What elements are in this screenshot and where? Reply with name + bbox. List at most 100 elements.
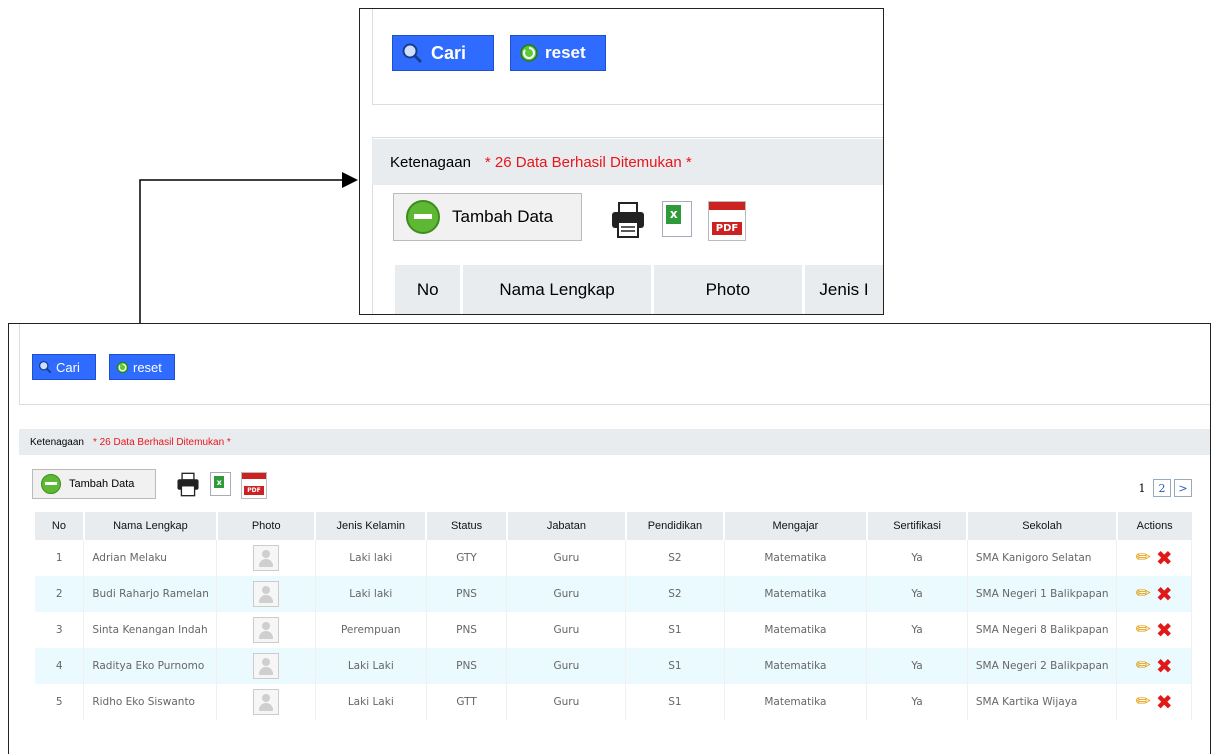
cari-button[interactable]: Cari xyxy=(32,354,96,380)
zoom-col-nama: Nama Lengkap xyxy=(463,265,654,314)
add-icon xyxy=(41,474,61,494)
col-status[interactable]: Status xyxy=(426,512,508,540)
cell-photo xyxy=(216,648,316,684)
edit-icon[interactable]: ✏ xyxy=(1136,585,1151,603)
delete-icon[interactable]: ✖ xyxy=(1156,548,1173,568)
cell-no: 5 xyxy=(35,684,85,720)
tambah-data-button[interactable]: Tambah Data xyxy=(32,469,156,499)
cell-photo xyxy=(216,540,316,576)
cell-pendidikan: S1 xyxy=(625,684,725,720)
cell-photo xyxy=(216,612,316,648)
cell-jenis-kelamin: Laki Laki xyxy=(315,648,427,684)
excel-icon[interactable] xyxy=(210,472,231,496)
panel-header: Ketenagaan * 26 Data Berhasil Ditemukan … xyxy=(372,139,883,185)
cell-actions: ✏ ✖ xyxy=(1116,612,1192,648)
user-placeholder-icon xyxy=(253,545,280,571)
edit-icon[interactable]: ✏ xyxy=(1136,657,1151,675)
cell-nama: Adrian Melaku xyxy=(83,540,218,576)
tambah-data-label: Tambah Data xyxy=(69,478,135,490)
tambah-data-button[interactable]: Tambah Data xyxy=(393,193,582,241)
user-placeholder-icon xyxy=(253,581,280,607)
cell-sekolah: SMA Kartika Wijaya xyxy=(967,684,1118,720)
cell-photo xyxy=(216,684,316,720)
cell-no: 4 xyxy=(35,648,85,684)
cell-sekolah: SMA Negeri 1 Balikpapan xyxy=(967,576,1118,612)
zoom-col-photo: Photo xyxy=(654,265,805,314)
cell-jabatan: Guru xyxy=(506,648,627,684)
cell-pendidikan: S1 xyxy=(625,612,725,648)
search-icon xyxy=(402,43,423,64)
page-current: 1 xyxy=(1138,481,1146,495)
cell-jabatan: Guru xyxy=(506,576,627,612)
col-nama[interactable]: Nama Lengkap xyxy=(83,512,218,540)
col-photo[interactable]: Photo xyxy=(216,512,317,540)
excel-icon[interactable] xyxy=(662,201,692,237)
cell-no: 2 xyxy=(35,576,85,612)
pagination: 1 2 > xyxy=(1134,479,1192,497)
reset-icon xyxy=(520,44,538,62)
col-actions: Actions xyxy=(1116,512,1192,540)
cell-jenis-kelamin: Laki laki xyxy=(315,576,427,612)
print-icon[interactable] xyxy=(176,472,200,497)
edit-icon[interactable]: ✏ xyxy=(1136,549,1151,567)
col-no[interactable]: No xyxy=(35,512,85,540)
cell-pendidikan: S2 xyxy=(625,540,725,576)
cell-sertifikasi: Ya xyxy=(866,540,968,576)
delete-icon[interactable]: ✖ xyxy=(1156,656,1173,676)
cell-no: 3 xyxy=(35,612,85,648)
main-screen: Cari reset Ketenagaan * 26 Data Berhasil… xyxy=(8,323,1211,754)
cell-jenis-kelamin: Laki Laki xyxy=(315,684,427,720)
cell-sekolah: SMA Kanigoro Selatan xyxy=(967,540,1118,576)
page-2-link[interactable]: 2 xyxy=(1153,479,1171,497)
edit-icon[interactable]: ✏ xyxy=(1136,621,1151,639)
next-page-link[interactable]: > xyxy=(1174,479,1192,497)
delete-icon[interactable]: ✖ xyxy=(1156,620,1173,640)
cell-sertifikasi: Ya xyxy=(866,648,968,684)
cell-jenis-kelamin: Laki laki xyxy=(315,540,427,576)
table-row: 1 Adrian Melaku Laki laki GTY Guru S2 Ma… xyxy=(35,540,1192,576)
cell-sertifikasi: Ya xyxy=(866,612,968,648)
print-icon[interactable] xyxy=(610,201,646,239)
cell-status: PNS xyxy=(426,648,508,684)
table-row: 2 Budi Raharjo Ramelan Laki laki PNS Gur… xyxy=(35,576,1192,612)
cell-no: 1 xyxy=(35,540,85,576)
cell-pendidikan: S2 xyxy=(625,576,725,612)
user-placeholder-icon xyxy=(253,653,280,679)
delete-icon[interactable]: ✖ xyxy=(1156,692,1173,712)
cari-label: Cari xyxy=(56,359,80,375)
reset-button[interactable]: reset xyxy=(510,35,606,71)
cell-nama: Sinta Kenangan Indah xyxy=(83,612,218,648)
cell-photo xyxy=(216,576,316,612)
table-row: 3 Sinta Kenangan Indah Perempuan PNS Gur… xyxy=(35,612,1192,648)
cell-actions: ✏ ✖ xyxy=(1116,684,1192,720)
tambah-data-label: Tambah Data xyxy=(452,207,554,226)
panel-title: Ketenagaan xyxy=(30,436,84,448)
col-pendidikan[interactable]: Pendidikan xyxy=(625,512,726,540)
cell-pendidikan: S1 xyxy=(625,648,725,684)
reset-button[interactable]: reset xyxy=(109,354,175,380)
cell-status: PNS xyxy=(426,612,508,648)
cell-jabatan: Guru xyxy=(506,684,627,720)
col-jenis-kelamin[interactable]: Jenis Kelamin xyxy=(315,512,428,540)
delete-icon[interactable]: ✖ xyxy=(1156,584,1173,604)
search-bar xyxy=(19,324,1210,405)
cell-status: PNS xyxy=(426,576,508,612)
reset-icon xyxy=(116,361,129,373)
cari-button[interactable]: Cari xyxy=(392,35,494,71)
cell-sertifikasi: Ya xyxy=(866,684,968,720)
cell-jenis-kelamin: Perempuan xyxy=(315,612,427,648)
cell-mengajar: Matematika xyxy=(724,648,868,684)
search-icon xyxy=(38,360,52,374)
pdf-icon[interactable] xyxy=(708,201,746,241)
col-mengajar[interactable]: Mengajar xyxy=(724,512,868,540)
col-sertifikasi[interactable]: Sertifikasi xyxy=(866,512,969,540)
cell-sekolah: SMA Negeri 8 Balikpapan xyxy=(967,612,1118,648)
edit-icon[interactable]: ✏ xyxy=(1136,693,1151,711)
user-placeholder-icon xyxy=(253,689,280,715)
table-header-row: No Nama Lengkap Photo Jenis Kelamin Stat… xyxy=(35,512,1192,540)
col-jabatan[interactable]: Jabatan xyxy=(506,512,627,540)
pdf-icon[interactable] xyxy=(241,472,267,499)
cell-sertifikasi: Ya xyxy=(866,576,968,612)
col-sekolah[interactable]: Sekolah xyxy=(967,512,1118,540)
found-count: * 26 Data Berhasil Ditemukan * xyxy=(484,153,692,171)
